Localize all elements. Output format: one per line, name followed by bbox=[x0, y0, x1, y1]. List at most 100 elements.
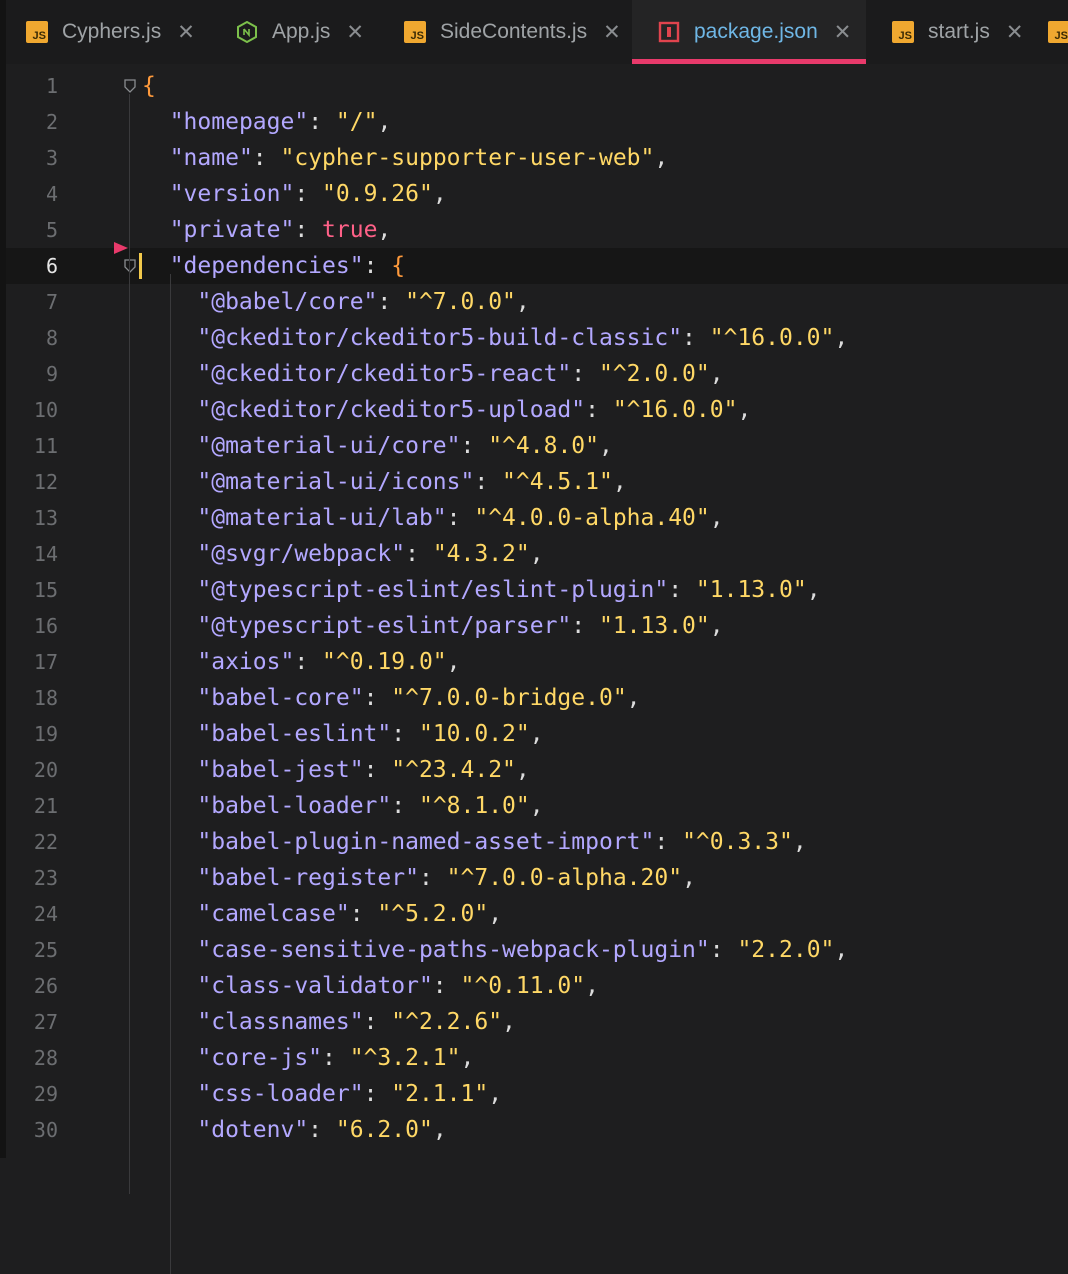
tab-overflow[interactable]: JS bbox=[1036, 0, 1068, 64]
code-line[interactable]: 14 "@svgr/webpack": "4.3.2", bbox=[6, 536, 1068, 572]
js-icon: JS bbox=[1048, 21, 1068, 43]
code-line[interactable]: 18 "babel-core": "^7.0.0-bridge.0", bbox=[6, 680, 1068, 716]
code-line[interactable]: 6 "dependencies": { bbox=[6, 248, 1068, 284]
code-line[interactable]: 3 "name": "cypher-supporter-user-web", bbox=[6, 140, 1068, 176]
close-icon[interactable]: ✕ bbox=[346, 20, 364, 45]
code-line[interactable]: 17 "axios": "^0.19.0", bbox=[6, 644, 1068, 680]
code-line[interactable]: 28 "core-js": "^3.2.1", bbox=[6, 1040, 1068, 1076]
code-line[interactable]: 29 "css-loader": "2.1.1", bbox=[6, 1076, 1068, 1112]
tab-cyphers-js[interactable]: JS Cyphers.js ✕ bbox=[0, 0, 210, 64]
line-number: 2 bbox=[45, 110, 58, 134]
tab-label: Cyphers.js bbox=[62, 20, 162, 43]
token-str: "cypher-supporter-user-web" bbox=[280, 145, 655, 171]
code-line[interactable]: 21 "babel-loader": "^8.1.0", bbox=[6, 788, 1068, 824]
close-icon[interactable]: ✕ bbox=[834, 20, 852, 45]
code-line[interactable]: 20 "babel-jest": "^23.4.2", bbox=[6, 752, 1068, 788]
code-line[interactable]: 23 "babel-register": "^7.0.0-alpha.20", bbox=[6, 860, 1068, 896]
code-text: "dependencies": { bbox=[142, 248, 405, 284]
token-key: "babel-core" bbox=[197, 685, 364, 711]
code-line[interactable]: 4 "version": "0.9.26", bbox=[6, 176, 1068, 212]
token-punct: : bbox=[294, 181, 323, 207]
text-cursor bbox=[139, 253, 142, 279]
js-badge-text: JS bbox=[898, 30, 912, 42]
code-line[interactable]: 30 "dotenv": "6.2.0", bbox=[6, 1112, 1068, 1148]
token-punct: : bbox=[668, 577, 696, 603]
close-icon[interactable]: ✕ bbox=[1006, 20, 1024, 45]
line-number: 27 bbox=[33, 1010, 58, 1034]
token-key: "babel-loader" bbox=[197, 793, 392, 819]
token-key: "babel-register" bbox=[197, 865, 419, 891]
token-key: "axios" bbox=[197, 649, 295, 675]
token-punct: : bbox=[363, 685, 392, 711]
token-ind bbox=[142, 217, 170, 243]
code-line[interactable]: 7 "@babel/core": "^7.0.0", bbox=[6, 284, 1068, 320]
code-line[interactable]: 22 "babel-plugin-named-asset-import": "^… bbox=[6, 824, 1068, 860]
token-str: "^4.5.1" bbox=[502, 469, 613, 495]
js-icon: JS bbox=[26, 21, 48, 43]
line-number: 13 bbox=[33, 506, 58, 530]
line-number: 11 bbox=[33, 434, 58, 458]
code-line[interactable]: 19 "babel-eslint": "10.0.2", bbox=[6, 716, 1068, 752]
code-text: "homepage": "/", bbox=[142, 104, 392, 140]
token-punct: : bbox=[252, 145, 281, 171]
token-str: "^5.2.0" bbox=[377, 901, 489, 927]
token-key: "babel-eslint" bbox=[197, 721, 392, 747]
tab-package-json[interactable]: package.json ✕ bbox=[632, 0, 866, 64]
code-line[interactable]: 9 "@ckeditor/ckeditor5-react": "^2.0.0", bbox=[6, 356, 1068, 392]
token-punct: , bbox=[709, 613, 724, 639]
token-str: "4.3.2" bbox=[432, 541, 530, 567]
code-text: "babel-loader": "^8.1.0", bbox=[142, 788, 543, 824]
code-text: "babel-jest": "^23.4.2", bbox=[142, 752, 529, 788]
token-punct: , bbox=[529, 721, 544, 747]
tab-label: App.js bbox=[272, 20, 331, 43]
code-text: "babel-register": "^7.0.0-alpha.20", bbox=[142, 860, 696, 896]
token-str: "^8.1.0" bbox=[418, 793, 530, 819]
token-key: "@material-ui/icons" bbox=[197, 469, 475, 495]
close-icon[interactable]: ✕ bbox=[603, 20, 621, 45]
token-ind bbox=[142, 145, 170, 171]
token-punct: , bbox=[834, 937, 849, 963]
token-str: "^0.19.0" bbox=[322, 649, 447, 675]
line-number: 15 bbox=[33, 578, 58, 602]
code-line[interactable]: 2 "homepage": "/", bbox=[6, 104, 1068, 140]
code-text: "@svgr/webpack": "4.3.2", bbox=[142, 536, 543, 572]
code-line[interactable]: 27 "classnames": "^2.2.6", bbox=[6, 1004, 1068, 1040]
token-punct: , bbox=[834, 325, 849, 351]
code-text: "babel-eslint": "10.0.2", bbox=[142, 716, 544, 752]
code-line[interactable]: 26 "class-validator": "^0.11.0", bbox=[6, 968, 1068, 1004]
code-editor[interactable]: 1{2 "homepage": "/", 3 "name": "cypher-su… bbox=[6, 66, 1068, 1274]
code-line[interactable]: 5 "private": true, bbox=[6, 212, 1068, 248]
token-punct: : bbox=[682, 325, 710, 351]
tab-app-js[interactable]: App.js ✕ bbox=[210, 0, 378, 64]
token-punct: , bbox=[682, 865, 696, 891]
js-badge-text: JS bbox=[1054, 30, 1068, 42]
code-line[interactable]: 16 "@typescript-eslint/parser": "1.13.0"… bbox=[6, 608, 1068, 644]
code-line[interactable]: 8 "@ckeditor/ckeditor5-build-classic": "… bbox=[6, 320, 1068, 356]
code-text: "core-js": "^3.2.1", bbox=[142, 1040, 474, 1076]
token-str: "^23.4.2" bbox=[391, 757, 516, 783]
fold-arrow-icon[interactable] bbox=[124, 259, 136, 273]
bookmark-marker-icon[interactable] bbox=[114, 242, 128, 254]
code-line[interactable]: 25 "case-sensitive-paths-webpack-plugin"… bbox=[6, 932, 1068, 968]
fold-arrow-icon[interactable] bbox=[124, 79, 136, 93]
editor-left-strip bbox=[0, 0, 6, 1158]
code-line[interactable]: 11 "@material-ui/core": "^4.8.0", bbox=[6, 428, 1068, 464]
js-icon: JS bbox=[404, 21, 426, 43]
code-line[interactable]: 12 "@material-ui/icons": "^4.5.1", bbox=[6, 464, 1068, 500]
code-line[interactable]: 1{ bbox=[6, 68, 1068, 104]
token-brace: { bbox=[391, 253, 406, 279]
token-str: "6.2.0" bbox=[335, 1117, 433, 1143]
token-str: "/" bbox=[335, 109, 378, 135]
token-key: "@ckeditor/ckeditor5-build-classic" bbox=[197, 325, 683, 351]
line-number: 4 bbox=[45, 182, 58, 206]
code-line[interactable]: 24 "camelcase": "^5.2.0", bbox=[6, 896, 1068, 932]
code-line[interactable]: 10 "@ckeditor/ckeditor5-upload": "^16.0.… bbox=[6, 392, 1068, 428]
line-number: 20 bbox=[33, 758, 58, 782]
nodejs-icon bbox=[236, 20, 258, 44]
tab-start-js[interactable]: JS start.js ✕ bbox=[866, 0, 1036, 64]
code-line[interactable]: 15 "@typescript-eslint/eslint-plugin": "… bbox=[6, 572, 1068, 608]
tab-sidecontents-js[interactable]: JS SideContents.js ✕ bbox=[378, 0, 632, 64]
close-icon[interactable]: ✕ bbox=[177, 20, 195, 45]
code-line[interactable]: 13 "@material-ui/lab": "^4.0.0-alpha.40"… bbox=[6, 500, 1068, 536]
token-str: "^0.3.3" bbox=[682, 829, 793, 855]
